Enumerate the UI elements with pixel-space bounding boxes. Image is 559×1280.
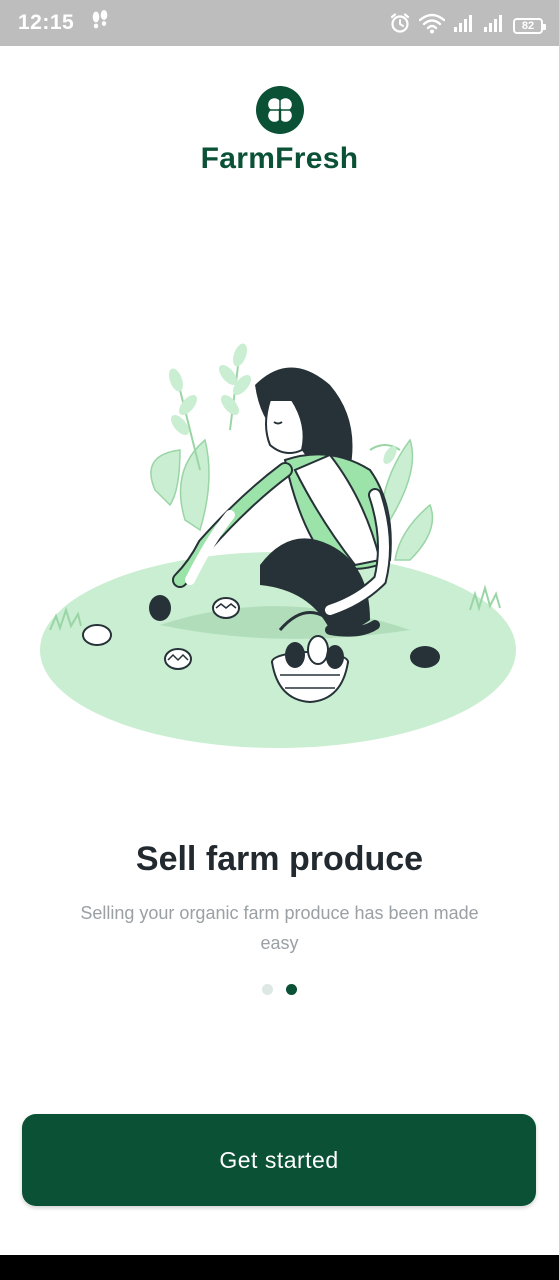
wifi-icon [418,12,446,39]
page-dot[interactable] [262,984,273,995]
page-indicator [0,984,559,995]
onboarding-subtitle: Selling your organic farm produce has be… [80,903,479,953]
battery-level: 82 [521,19,535,32]
status-time: 12:15 [18,11,75,34]
alarm-icon [389,12,411,39]
signal-icon [483,13,505,38]
navigation-bar [0,1255,559,1280]
signal-icon [453,13,475,38]
woman-egg-hunt-illustration [40,343,516,748]
app-logo: FarmFresh [0,86,559,176]
app-name: FarmFresh [200,142,359,175]
status-icons: 82 [389,12,546,39]
status-bar: 12:15 82 [0,0,559,46]
onboarding-title: Sell farm produce [135,840,424,878]
get-started-button[interactable]: Get started [22,1114,536,1206]
clover-logo-icon [255,86,304,134]
footsteps-icon [90,10,110,39]
page-dot-active[interactable] [286,984,297,995]
battery-icon: 82 [513,17,546,34]
